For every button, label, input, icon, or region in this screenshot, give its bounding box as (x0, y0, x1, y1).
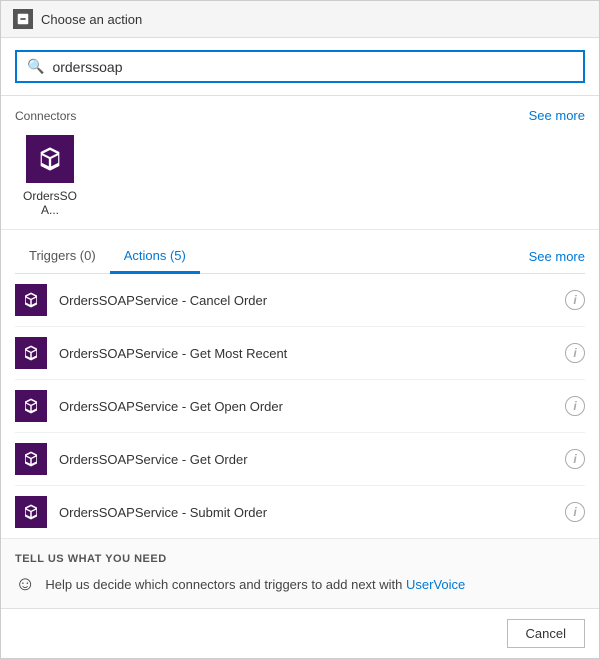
dialog-footer: Cancel (1, 608, 599, 658)
info-icon[interactable]: i (565, 396, 585, 416)
tabs-see-more[interactable]: See more (529, 249, 585, 264)
action-name: OrdersSOAPService - Get Most Recent (59, 346, 565, 361)
connectors-see-more[interactable]: See more (529, 108, 585, 123)
dialog-title: Choose an action (41, 12, 142, 27)
search-input-wrapper[interactable]: 🔍 (15, 50, 585, 83)
action-name: OrdersSOAPService - Get Order (59, 452, 565, 467)
tabs-section: Triggers (0) Actions (5) See more (1, 230, 599, 274)
action-icon (15, 337, 47, 369)
tabs-left: Triggers (0) Actions (5) (15, 240, 200, 273)
connectors-section: Connectors See more OrdersSOA... (1, 96, 599, 230)
action-icon (15, 496, 47, 528)
tell-us-title: TELL US WHAT YOU NEED (15, 553, 585, 565)
action-item[interactable]: OrdersSOAPService - Cancel Order i (15, 274, 585, 327)
action-icon (15, 443, 47, 475)
action-name: OrdersSOAPService - Cancel Order (59, 293, 565, 308)
choose-action-dialog: Choose an action 🔍 Connectors See more O… (0, 0, 600, 659)
connector-name: OrdersSOA... (15, 189, 85, 217)
tell-us-message: Help us decide which connectors and trig… (45, 577, 465, 592)
title-icon (13, 9, 33, 29)
search-bar: 🔍 (1, 38, 599, 96)
action-icon (15, 284, 47, 316)
connectors-label: Connectors (15, 109, 76, 123)
connectors-list: OrdersSOA... (15, 135, 585, 217)
search-icon: 🔍 (27, 58, 44, 75)
smiley-icon: ☺ (15, 573, 35, 596)
search-input[interactable] (52, 59, 573, 75)
action-icon (15, 390, 47, 422)
action-item[interactable]: OrdersSOAPService - Get Most Recent i (15, 327, 585, 380)
action-item[interactable]: OrdersSOAPService - Get Open Order i (15, 380, 585, 433)
tell-us-body: ☺ Help us decide which connectors and tr… (15, 573, 585, 596)
connector-icon (26, 135, 74, 183)
action-name: OrdersSOAPService - Get Open Order (59, 399, 565, 414)
actions-list: OrdersSOAPService - Cancel Order i Order… (1, 274, 599, 538)
info-icon[interactable]: i (565, 449, 585, 469)
connectors-header: Connectors See more (15, 108, 585, 123)
info-icon[interactable]: i (565, 290, 585, 310)
connector-item[interactable]: OrdersSOA... (15, 135, 85, 217)
uservoice-link[interactable]: UserVoice (406, 577, 465, 592)
tab-triggers[interactable]: Triggers (0) (15, 240, 110, 274)
tabs-row: Triggers (0) Actions (5) See more (15, 240, 585, 274)
title-bar: Choose an action (1, 1, 599, 38)
info-icon[interactable]: i (565, 343, 585, 363)
tell-us-section: TELL US WHAT YOU NEED ☺ Help us decide w… (1, 538, 599, 608)
info-icon[interactable]: i (565, 502, 585, 522)
action-name: OrdersSOAPService - Submit Order (59, 505, 565, 520)
action-item[interactable]: OrdersSOAPService - Get Order i (15, 433, 585, 486)
tab-actions[interactable]: Actions (5) (110, 240, 200, 274)
action-item[interactable]: OrdersSOAPService - Submit Order i (15, 486, 585, 538)
cancel-button[interactable]: Cancel (507, 619, 585, 648)
